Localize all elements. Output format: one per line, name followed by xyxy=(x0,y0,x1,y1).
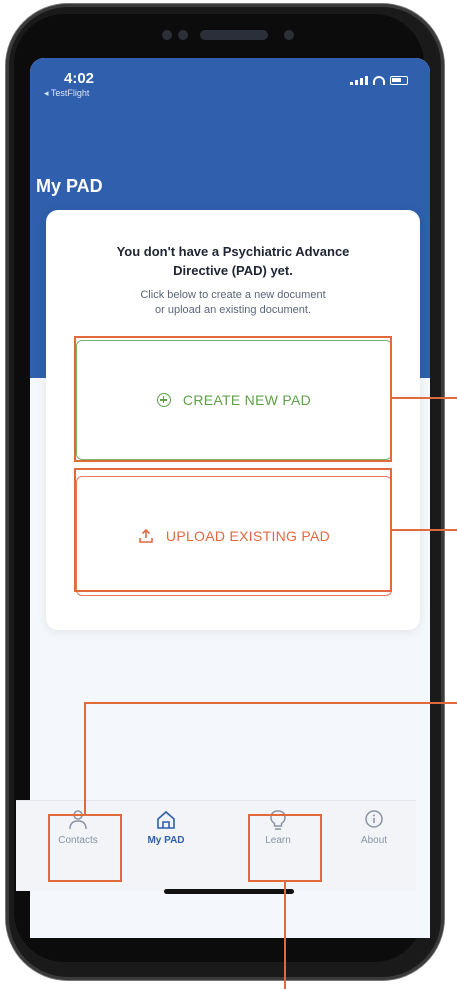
status-icons xyxy=(350,76,408,85)
status-time: 4:02 xyxy=(64,70,95,87)
tab-about[interactable]: About xyxy=(334,809,414,869)
home-icon xyxy=(157,810,175,829)
speaker-grille xyxy=(200,30,268,40)
learn-callout-line xyxy=(284,882,286,989)
upload-pad-highlight-box xyxy=(74,468,392,592)
empty-state-subtitle: Click below to create a new document or … xyxy=(46,288,420,318)
empty-state-title-line1: You don't have a Psychiatric Advance xyxy=(116,244,350,259)
camera-dot xyxy=(284,30,294,40)
create-pad-highlight-box xyxy=(74,336,392,462)
upload-pad-callout-line xyxy=(392,529,457,531)
create-pad-callout-line xyxy=(392,397,457,399)
empty-state-title-line2: Directive (PAD) yet. xyxy=(173,263,293,278)
contacts-tab-highlight-box xyxy=(48,814,122,882)
tab-my-pad[interactable]: My PAD xyxy=(126,809,206,869)
empty-state-subtitle-line2: or upload an existing document. xyxy=(155,304,311,316)
battery-icon xyxy=(390,76,408,85)
empty-state-title: You don't have a Psychiatric Advance Dir… xyxy=(46,242,420,280)
home-indicator xyxy=(164,889,294,894)
contacts-callout-horizontal xyxy=(84,702,457,704)
wifi-icon xyxy=(373,76,385,85)
tab-my-pad-label: My PAD xyxy=(147,835,185,846)
tab-about-label: About xyxy=(360,835,388,846)
info-icon xyxy=(365,810,383,828)
sensor-dot xyxy=(178,30,188,40)
back-to-testflight-link[interactable]: ◂ TestFlight xyxy=(44,88,89,99)
signal-icon xyxy=(350,76,368,85)
contacts-callout-vertical xyxy=(84,702,86,814)
sensor-dot xyxy=(162,30,172,40)
page-title: My PAD xyxy=(36,176,103,196)
learn-tab-highlight-box xyxy=(248,814,322,882)
empty-state-subtitle-line1: Click below to create a new document xyxy=(140,289,326,301)
